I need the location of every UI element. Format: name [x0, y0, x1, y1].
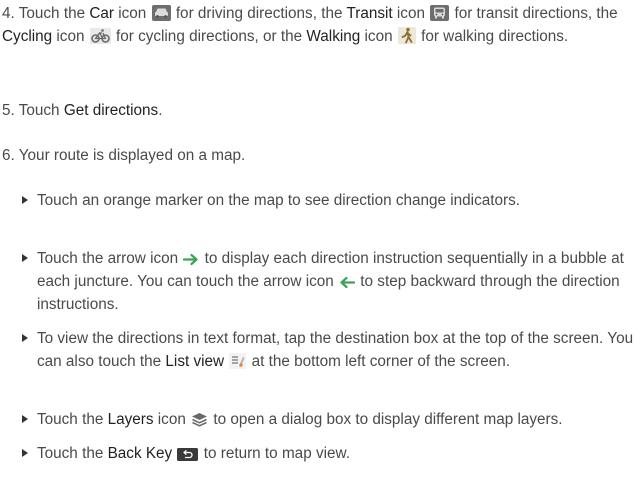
- step-number: 5.: [2, 102, 15, 119]
- walking-icon: [397, 27, 416, 44]
- step-text: Touch the: [18, 5, 86, 22]
- transit-label: Transit: [346, 5, 393, 22]
- bullet-text: Touch the arrow icon to display each dir…: [22, 247, 634, 316]
- layers-icon: [191, 412, 208, 427]
- bullet-triangle-icon: [22, 334, 28, 342]
- step-text: for transit directions, the: [454, 5, 618, 22]
- back-key-icon: [177, 448, 199, 461]
- cycling-label: Cycling: [2, 28, 53, 45]
- arrow-right-icon: [183, 253, 199, 266]
- car-icon: [151, 5, 171, 21]
- bullet-text-part: to open a dialog box to display differen…: [213, 411, 563, 428]
- step-text: for driving directions, the: [175, 5, 343, 22]
- bullet-text-part: to return to map view.: [203, 445, 350, 462]
- bullet-text: Touch an orange marker on the map to see…: [37, 192, 520, 209]
- step-5: 5. Touch Get directions.: [2, 99, 632, 122]
- bullet-triangle-icon: [22, 415, 28, 423]
- bullet-text-part: Touch the arrow icon: [37, 250, 179, 267]
- list-view-icon: [229, 353, 247, 369]
- step-text: for walking directions.: [421, 28, 569, 45]
- cycling-icon: [89, 28, 111, 44]
- bullet-layers: Touch the Layers icon to open a dialog b…: [22, 408, 634, 431]
- bullet-text-part: Touch the: [37, 445, 104, 462]
- bullet-triangle-icon: [22, 254, 28, 262]
- bullet-text: Touch the Back Key to return to map view…: [22, 442, 634, 465]
- bullet-text-part: icon: [157, 411, 186, 428]
- layers-label: Layers: [107, 411, 154, 428]
- transit-icon: [430, 5, 450, 21]
- step-text: icon: [396, 5, 425, 22]
- bullet-triangle-icon: [22, 196, 28, 204]
- step-number: 6.: [2, 147, 15, 164]
- step-text: Your route is displayed on a map.: [18, 147, 246, 164]
- car-label: Car: [89, 5, 114, 22]
- list-view-label: List view: [165, 353, 225, 370]
- step-text: .: [158, 102, 163, 119]
- bullet-text-part: Touch the: [37, 411, 104, 428]
- get-directions-label: Get directions: [63, 102, 159, 119]
- walking-label: Walking: [306, 28, 361, 45]
- page: 4. Touch the Car icon for driving direct…: [0, 0, 639, 477]
- arrow-left-icon: [339, 276, 356, 289]
- step-text: icon: [364, 28, 393, 45]
- bullet-text-format: To view the directions in text format, t…: [22, 327, 634, 373]
- bullet-arrow-icon: Touch the arrow icon to display each dir…: [22, 247, 634, 316]
- bullet-text: To view the directions in text format, t…: [22, 327, 634, 373]
- bullet-text: Touch the Layers icon to open a dialog b…: [22, 408, 634, 431]
- step-text: icon: [56, 28, 85, 45]
- step-number: 4.: [2, 5, 15, 22]
- bullet-back-key: Touch the Back Key to return to map view…: [22, 442, 634, 465]
- step-6: 6. Your route is displayed on a map.: [2, 144, 632, 167]
- bullet-text-part: at the bottom left corner of the screen.: [251, 353, 511, 370]
- bullet-orange-marker: Touch an orange marker on the map to see…: [22, 189, 634, 212]
- step-4: 4. Touch the Car icon for driving direct…: [2, 2, 632, 48]
- step-text: icon: [118, 5, 147, 22]
- back-key-label: Back Key: [107, 445, 173, 462]
- step-text: for cycling directions, or the: [115, 28, 303, 45]
- step-text: Touch: [18, 102, 60, 119]
- bullet-triangle-icon: [22, 449, 28, 457]
